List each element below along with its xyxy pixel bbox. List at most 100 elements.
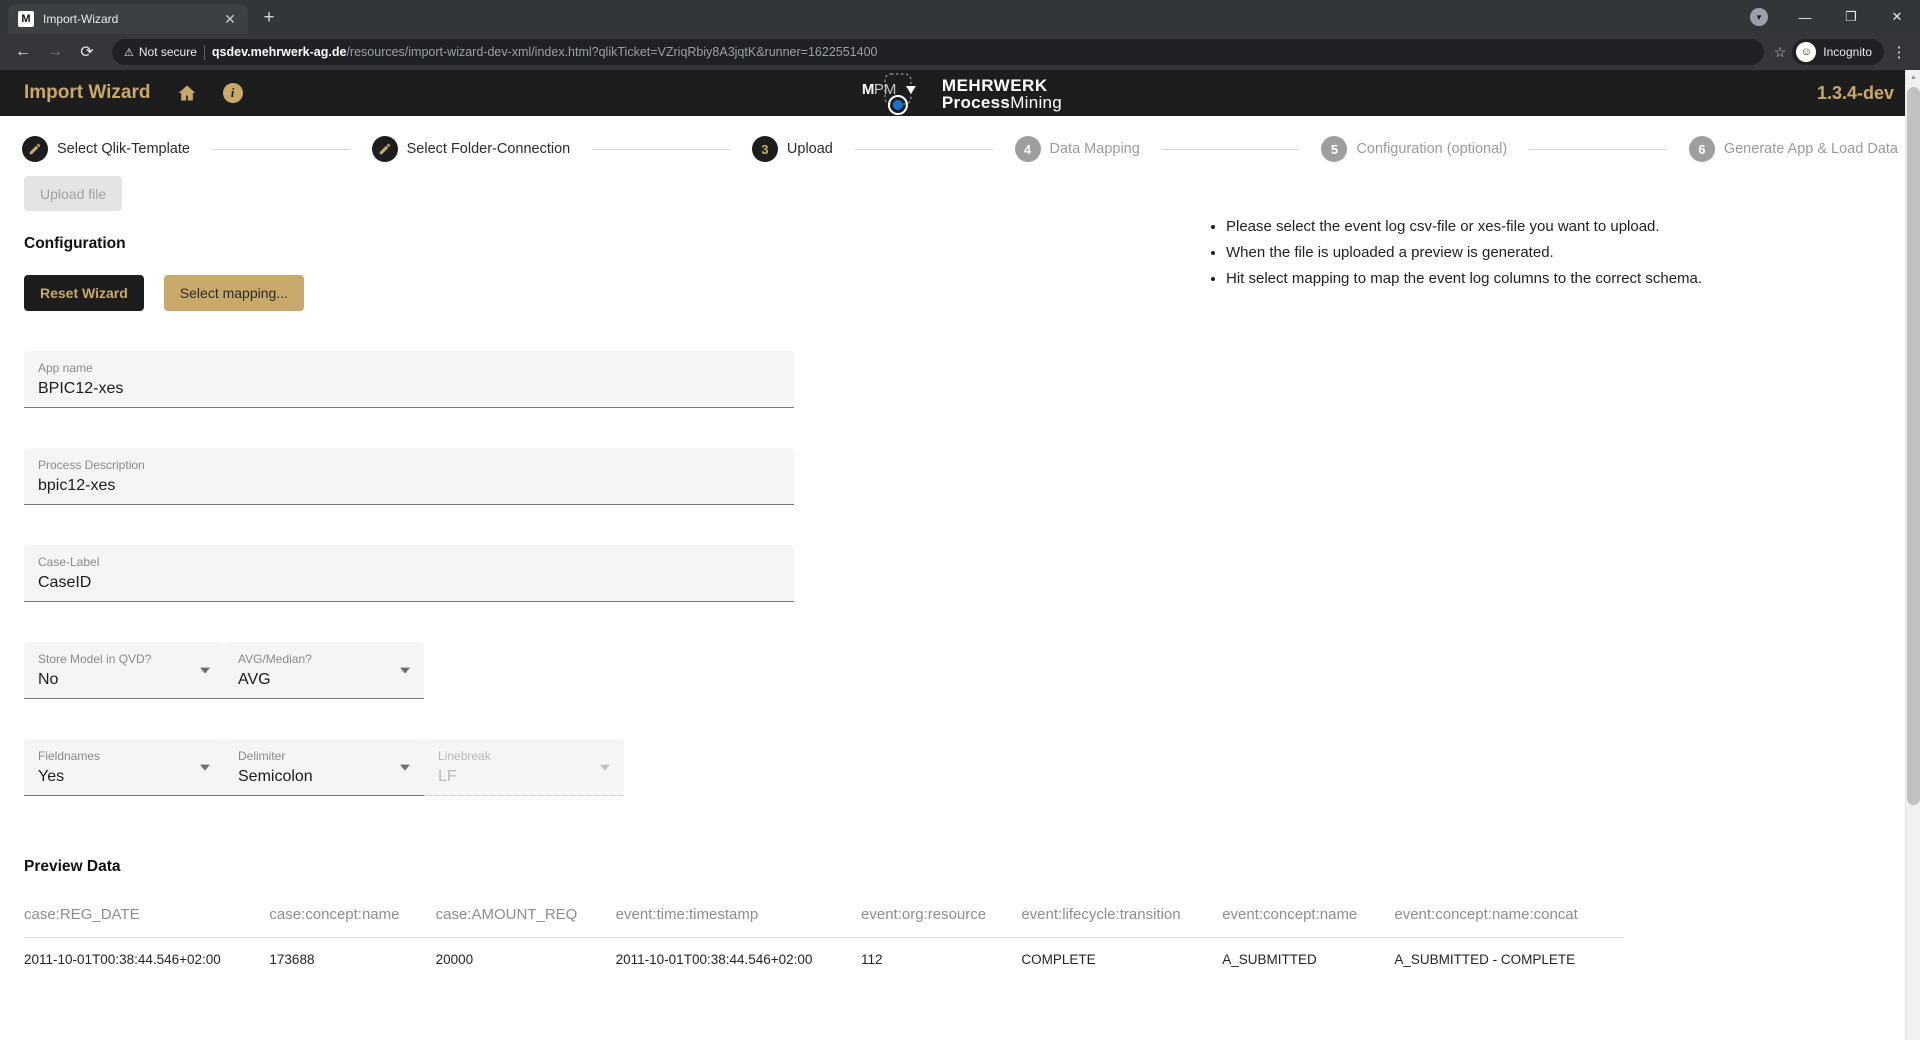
app-name-field[interactable]: App name BPIC12-xes — [24, 351, 794, 408]
chevron-down-icon — [400, 764, 410, 771]
case-label-value: CaseID — [38, 574, 92, 591]
warning-triangle-icon: ⚠ — [124, 46, 134, 59]
reload-button[interactable]: ⟳ — [72, 37, 102, 67]
svg-text:PM: PM — [874, 81, 897, 98]
page-title: Import Wizard — [24, 82, 151, 103]
table-cell: 20000 — [435, 952, 474, 967]
step-1-label: Select Qlik-Template — [57, 141, 190, 157]
step-3-label: Upload — [786, 141, 833, 157]
step-1-select-qlik-template[interactable]: Select Qlik-Template — [22, 136, 190, 162]
table-cell: COMPLETE — [1021, 952, 1096, 967]
tab-title: Import-Wizard — [43, 12, 119, 26]
table-cell: A_SUBMITTED - COMPLETE — [1394, 952, 1576, 967]
chevron-down-icon — [200, 764, 210, 771]
fieldnames-label: Fieldnames — [38, 749, 101, 763]
fieldnames-value: Yes — [38, 768, 65, 785]
avg-median-select[interactable]: AVG/Median? AVG — [224, 642, 424, 699]
minimize-button[interactable]: — — [1782, 0, 1828, 34]
security-indicator[interactable]: ⚠ Not secure — [124, 45, 197, 59]
table-cell: A_SUBMITTED — [1222, 952, 1317, 967]
wizard-stepper: Select Qlik-Template Select Folder-Conne… — [0, 116, 1920, 176]
case-label-label: Case-Label — [38, 555, 100, 569]
chevron-down-icon — [400, 667, 410, 674]
chevron-down-icon — [600, 764, 610, 771]
tab-search-caret-icon[interactable]: ▼ — [1736, 0, 1782, 34]
pencil-icon — [379, 143, 390, 155]
app-name-label: App name — [38, 361, 93, 375]
close-window-button[interactable]: ✕ — [1874, 0, 1920, 34]
browser-window: M Import-Wizard ✕ + ▼ — ❐ ✕ ← → ⟳ ⚠ Not … — [0, 0, 1920, 1040]
step-1-circle — [22, 136, 48, 162]
omnibox-divider — [203, 44, 205, 60]
main-content: Upload file Configuration Reset Wizard S… — [0, 176, 1920, 796]
step-5-label: Configuration (optional) — [1356, 141, 1508, 157]
step-6-generate-app[interactable]: 6 Generate App & Load Data — [1688, 136, 1898, 162]
column-header[interactable]: event:time:timestamp — [615, 890, 862, 938]
column-header[interactable]: event:concept:name — [1222, 890, 1395, 938]
select-row-2: Fieldnames Yes Delimiter Semicolon Lineb… — [24, 739, 1204, 796]
column-header[interactable]: event:concept:name:concat — [1394, 890, 1624, 938]
step-2-select-folder-connection[interactable]: Select Folder-Connection — [371, 136, 571, 162]
table-cell: 112 — [861, 952, 883, 967]
preview-table-body: 2011-10-01T00:38:44.546+02:00 173688 200… — [24, 938, 1624, 978]
step-3-upload[interactable]: 3 Upload — [751, 136, 833, 162]
page-scrollbar[interactable]: ▲ — [1905, 70, 1920, 1040]
forward-button[interactable]: → — [40, 37, 70, 67]
configuration-actions: Reset Wizard Select mapping... — [24, 275, 1204, 311]
app-header: Import Wizard i M PM MEHRWERK ProcessMin… — [0, 70, 1920, 116]
scroll-up-arrow-icon[interactable]: ▲ — [1906, 70, 1920, 85]
pencil-icon — [29, 143, 41, 155]
delimiter-value: Semicolon — [238, 768, 313, 785]
column-header[interactable]: case:REG_DATE — [24, 890, 270, 938]
process-description-label: Process Description — [38, 458, 145, 472]
table-cell: 2011-10-01T00:38:44.546+02:00 — [24, 952, 221, 967]
scrollbar-thumb[interactable] — [1907, 87, 1920, 805]
mpm-mark-icon: M PM — [858, 72, 932, 116]
table-cell: 173688 — [269, 952, 315, 967]
home-icon[interactable] — [177, 83, 197, 103]
step-5-configuration[interactable]: 5 Configuration (optional) — [1321, 136, 1507, 162]
tab-close-icon[interactable]: ✕ — [222, 12, 238, 26]
case-label-field[interactable]: Case-Label CaseID — [24, 545, 794, 602]
incognito-label: Incognito — [1823, 45, 1872, 59]
store-model-qvd-select[interactable]: Store Model in QVD? No — [24, 642, 224, 699]
linebreak-value: LF — [438, 768, 457, 785]
url-path: /resources/import-wizard-dev-xml/index.h… — [346, 45, 878, 59]
step-3-circle: 3 — [751, 136, 778, 162]
maximize-button[interactable]: ❐ — [1828, 0, 1874, 34]
avg-median-label: AVG/Median? — [238, 652, 312, 666]
column-header[interactable]: case:concept:name — [269, 890, 436, 938]
select-mapping-button[interactable]: Select mapping... — [163, 275, 304, 311]
browser-tab[interactable]: M Import-Wizard ✕ — [8, 4, 248, 34]
step-6-circle: 6 — [1688, 136, 1715, 162]
info-glyph: i — [222, 83, 243, 103]
new-tab-button[interactable]: + — [254, 3, 284, 33]
select-row-1: Store Model in QVD? No AVG/Median? AVG — [24, 642, 1204, 699]
step-4-data-mapping[interactable]: 4 Data Mapping — [1014, 136, 1140, 162]
column-header[interactable]: case:AMOUNT_REQ — [435, 890, 616, 938]
kebab-menu-icon[interactable]: ⋮ — [1886, 43, 1912, 61]
step-connector-1 — [211, 148, 350, 150]
step-4-label: Data Mapping — [1049, 141, 1140, 157]
reset-wizard-button[interactable]: Reset Wizard — [24, 275, 144, 311]
brand-line-2-rest: Mining — [1010, 93, 1063, 112]
version-label: 1.3.4-dev — [1816, 82, 1894, 103]
preview-table-head: case:REG_DATE case:concept:name case:AMO… — [24, 890, 1624, 938]
process-description-field[interactable]: Process Description bpic12-xes — [24, 448, 794, 505]
back-button[interactable]: ← — [8, 37, 38, 67]
column-header[interactable]: event:lifecycle:transition — [1021, 890, 1223, 938]
list-item: When the file is uploaded a preview is g… — [1226, 240, 1896, 266]
info-icon[interactable]: i — [222, 83, 243, 103]
incognito-indicator[interactable]: ☺ Incognito — [1792, 39, 1884, 65]
upload-file-button[interactable]: Upload file — [24, 176, 123, 211]
url-host: qsdev.mehrwerk-ag.de — [211, 45, 347, 59]
bookmark-star-icon[interactable]: ☆ — [1774, 44, 1787, 61]
fieldnames-select[interactable]: Fieldnames Yes — [24, 739, 224, 796]
address-bar[interactable]: ⚠ Not secure qsdev.mehrwerk-ag.de/resour… — [112, 39, 1764, 65]
step-2-label: Select Folder-Connection — [406, 141, 571, 157]
step-6-label: Generate App & Load Data — [1723, 141, 1898, 157]
column-header[interactable]: event:org:resource — [861, 890, 1022, 938]
step-connector-3 — [854, 148, 993, 150]
delimiter-select[interactable]: Delimiter Semicolon — [224, 739, 424, 796]
incognito-icon: ☺ — [1796, 42, 1817, 62]
